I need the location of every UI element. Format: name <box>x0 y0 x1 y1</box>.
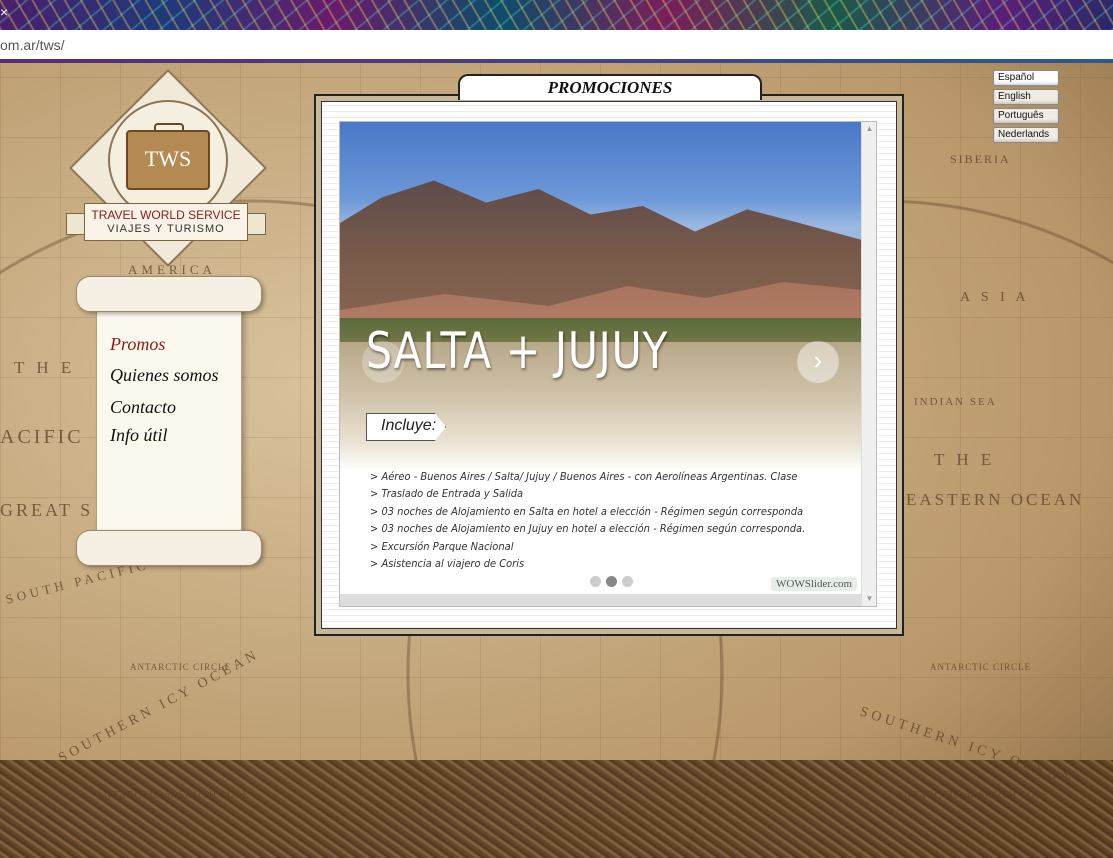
slide-photo: SALTA + JUJUY › Incluye: <box>340 122 862 470</box>
brand-tagline: VIAJES Y TURISMO <box>107 223 225 235</box>
slider-credit-link[interactable]: WOWSlider.com <box>771 577 858 591</box>
suitcase-handle <box>154 123 184 132</box>
map-label-the-left: T H E <box>14 358 76 377</box>
logo-banner: TRAVEL WORLD SERVICE VIAJES Y TURISMO <box>64 203 268 243</box>
logo-initials: TWS <box>144 146 192 171</box>
suitcase-icon: TWS <box>126 123 210 190</box>
list-item: > 03 noches de Alojamiento en Jujuy en h… <box>370 522 806 536</box>
scroll-roll-bottom <box>76 530 262 566</box>
promo-tab: PROMOCIONES <box>458 74 762 100</box>
banner-ribbon: TRAVEL WORLD SERVICE VIAJES Y TURISMO <box>84 203 248 241</box>
slider-pagination <box>590 574 638 592</box>
scroll-roll-top <box>76 276 262 312</box>
list-item: > Excursión Parque Nacional <box>370 539 514 553</box>
promo-scrollbar[interactable]: ▲ ▼ <box>861 122 876 606</box>
lang-english[interactable]: English <box>993 89 1059 105</box>
nav-promos[interactable]: Promos <box>110 334 165 355</box>
slider-dot-2[interactable] <box>606 576 617 587</box>
scroll-down-icon[interactable]: ▼ <box>862 592 876 606</box>
nav-info-util[interactable]: Info útil <box>110 425 168 446</box>
url-text[interactable]: om.ar/tws/ <box>0 37 65 53</box>
lang-espanol[interactable]: Español <box>993 70 1059 86</box>
map-label-antarctic-left: ANTARCTIC or SOUTH POLE <box>96 790 250 801</box>
lang-portugues[interactable]: Português <box>993 108 1059 124</box>
list-item: > Traslado de Entrada y Salida <box>370 487 524 501</box>
map-label-eastern-ocean: EASTERN OCEAN <box>906 490 1085 509</box>
map-label-antarctic-circle-right: ANTARCTIC CIRCLE <box>930 662 1032 672</box>
map-label-indian-sea: INDIAN SEA <box>914 396 997 408</box>
scroll-up-icon[interactable]: ▲ <box>862 122 876 136</box>
slider-bottom-bar <box>340 594 862 606</box>
decorative-banner <box>0 0 1113 30</box>
list-item: > Aéreo - Buenos Aires / Salta/ Jujuy / … <box>370 470 798 483</box>
slider-next-button[interactable]: › <box>797 341 839 383</box>
map-label-siberia: SIBERIA <box>950 152 1011 166</box>
includes-list: > Aéreo - Buenos Aires / Salta/ Jujuy / … <box>370 468 850 572</box>
close-icon[interactable]: × <box>0 4 10 20</box>
lang-nederlands[interactable]: Nederlands <box>993 127 1059 143</box>
includes-label-text: Incluye: <box>381 417 437 434</box>
promo-slider[interactable]: SALTA + JUJUY › Incluye: > Aéreo - Bueno… <box>339 121 877 607</box>
brand-name: TRAVEL WORLD SERVICE <box>91 208 241 222</box>
includes-label: Incluye: <box>366 413 446 441</box>
address-bar[interactable]: om.ar/tws/ <box>0 30 1113 60</box>
nav-contacto[interactable]: Contacto <box>110 397 176 418</box>
slider-dot-1[interactable] <box>590 576 601 587</box>
map-texture-footer <box>0 760 1113 858</box>
navigation-scroll <box>76 276 262 570</box>
map-label-antarctic-right: ANTARCTIC or SOUTH POLE <box>896 790 1050 801</box>
list-item: > Asistencia al viajero de Coris <box>370 556 525 570</box>
promo-tab-title: PROMOCIONES <box>547 78 673 97</box>
map-label-the-right: T H E <box>934 450 996 469</box>
nav-quienes-somos[interactable]: Quienes somos <box>110 365 219 386</box>
slide-title: SALTA + JUJUY <box>366 322 669 380</box>
browser-tabstrip: × <box>0 0 1113 30</box>
list-item: > 03 noches de Alojamiento en Salta en h… <box>370 504 804 518</box>
map-label-asia: A S I A <box>960 290 1030 305</box>
map-label-pacific: ACIFIC <box>0 426 84 448</box>
slider-dot-3[interactable] <box>622 576 633 587</box>
